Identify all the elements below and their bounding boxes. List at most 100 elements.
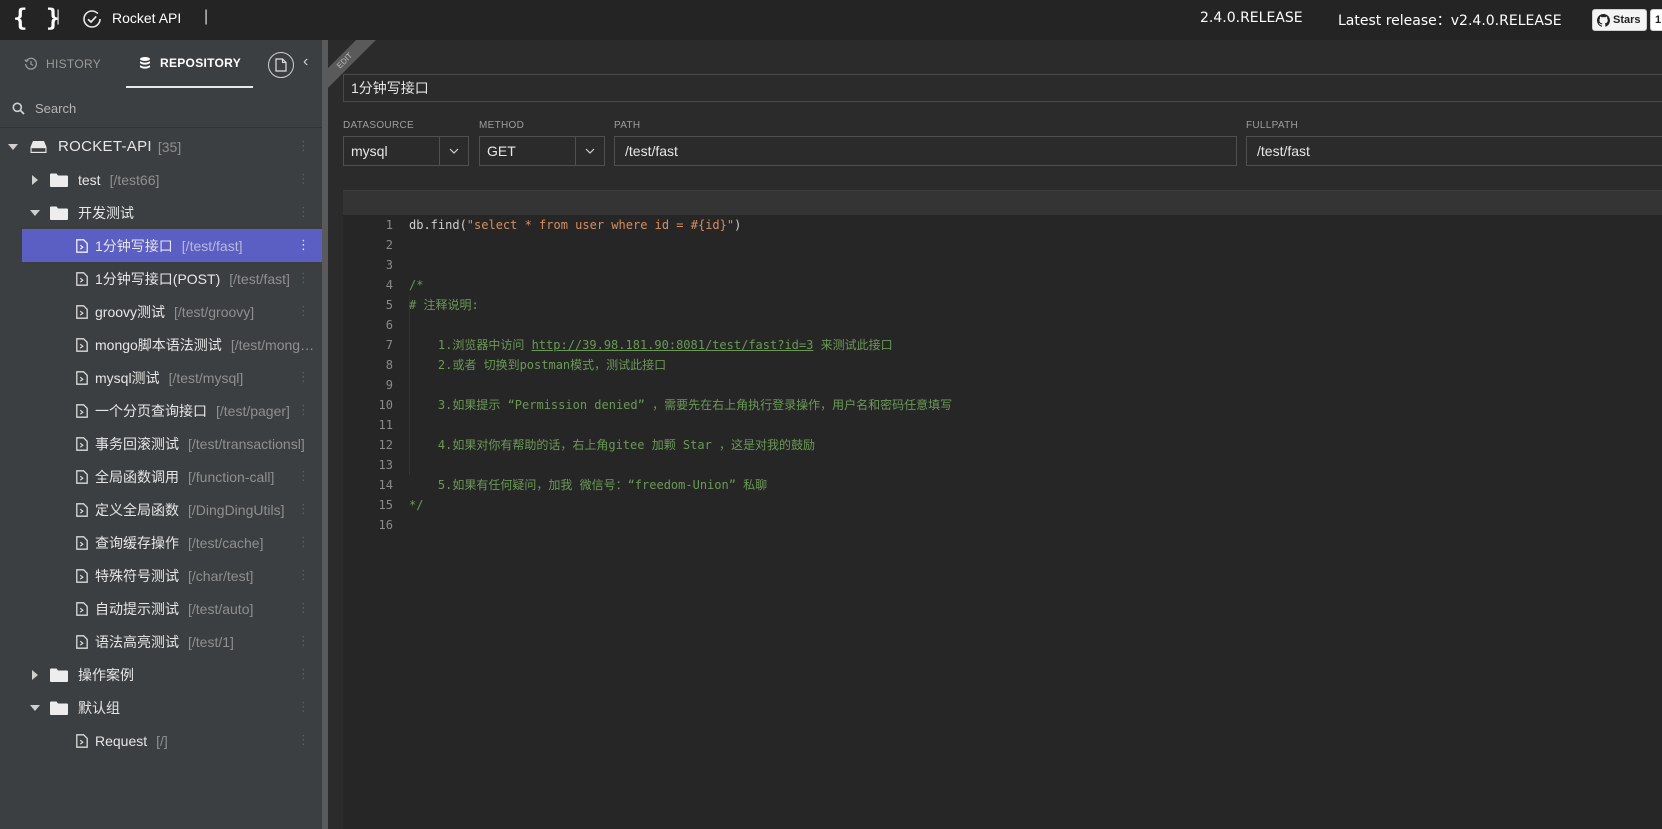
tree-group-default[interactable]: 默认组 ⋮ (0, 691, 322, 724)
stars-count[interactable]: 1 (1650, 9, 1662, 31)
caret-right-icon[interactable] (32, 669, 38, 680)
api-name: mongo脚本语法测试 (95, 336, 222, 353)
api-path: [/char/test] (188, 567, 254, 584)
file-code-icon (76, 469, 88, 484)
api-path: [/test/mysql] (168, 369, 244, 386)
editor-panel: EDIT 1分钟写接口 DATASOURCE mysql METHOD GET … (322, 40, 1662, 829)
more-icon[interactable]: ⋮ (297, 402, 310, 418)
api-name: groovy测试 (95, 303, 166, 320)
code-token: db.find( (409, 218, 467, 232)
search-bar (0, 89, 324, 128)
code-link[interactable]: http://39.98.181.90:8081/test/fast?id=3 (532, 338, 814, 352)
github-stars-button[interactable]: Stars (1592, 9, 1647, 31)
more-icon[interactable]: ⋮ (297, 699, 310, 715)
line-number: 15 (378, 498, 393, 512)
tree-api-item[interactable]: 特殊符号测试 [/char/test] ⋮ (22, 559, 322, 592)
line-number: 7 (385, 338, 393, 352)
app-logo[interactable]: { } (13, 4, 62, 32)
code-line: /* (409, 278, 424, 292)
more-icon[interactable]: ⋮ (297, 237, 310, 253)
more-icon[interactable]: ⋮ (297, 468, 310, 484)
api-name: 特殊符号测试 (95, 567, 179, 584)
more-icon[interactable]: ⋮ (297, 633, 310, 649)
more-icon[interactable]: ⋮ (297, 600, 310, 616)
caret-down-icon[interactable] (30, 209, 40, 216)
tree-api-item[interactable]: 语法高亮测试 [/test/1] ⋮ (22, 625, 322, 658)
tab-repository-label: REPOSITORY (159, 56, 242, 70)
collapse-sidebar-chevron-icon[interactable]: ‹ (303, 53, 308, 71)
tree-api-item[interactable]: mongo脚本语法测试 [/test/mong… (22, 328, 322, 361)
caret-down-icon[interactable] (30, 704, 40, 711)
more-icon[interactable]: ⋮ (297, 270, 310, 286)
more-icon[interactable]: ⋮ (297, 138, 310, 154)
file-code-icon (76, 733, 88, 748)
datasource-select[interactable]: mysql (343, 136, 469, 166)
tree-api-item[interactable]: 1分钟写接口(POST) [/test/fast] ⋮ (22, 262, 322, 295)
search-input[interactable] (33, 99, 297, 117)
more-icon[interactable]: ⋮ (297, 534, 310, 550)
file-code-icon (76, 271, 88, 286)
api-path: [/test/groovy] (174, 303, 255, 320)
group-name: 操作案例 (78, 666, 134, 683)
api-name: mysql测试 (95, 369, 160, 386)
caret-down-icon[interactable] (8, 143, 18, 150)
sidebar: HISTORY REPOSITORY ‹ Search ROCKET-API [… (0, 40, 324, 829)
tree-api-item[interactable]: 定义全局函数 [/DingDingUtils] ⋮ (22, 493, 322, 526)
file-code-icon (76, 304, 88, 319)
tree-api-item[interactable]: 事务回滚测试 [/test/transactionsl] (22, 427, 322, 460)
line-number: 9 (385, 378, 393, 392)
file-code-icon (76, 436, 88, 451)
tree-api-item[interactable]: 全局函数调用 [/function-call] ⋮ (22, 460, 322, 493)
api-path: [/test/fast] (181, 237, 243, 254)
caret-right-icon[interactable] (32, 174, 38, 185)
more-icon[interactable]: ⋮ (297, 666, 310, 682)
more-icon[interactable]: ⋮ (297, 732, 310, 748)
tree-group-cases[interactable]: 操作案例 ⋮ (0, 658, 322, 691)
api-title-input[interactable]: 1分钟写接口 (343, 74, 1662, 102)
code-line: 1.浏览器中访问 http://39.98.181.90:8081/test/f… (409, 335, 952, 355)
api-name: 查询缓存操作 (95, 534, 179, 551)
file-code-icon (76, 238, 88, 253)
tree-api-item[interactable]: Request [/] ⋮ (22, 724, 322, 757)
tree-api-item[interactable]: 查询缓存操作 [/test/cache] ⋮ (22, 526, 322, 559)
more-icon[interactable]: ⋮ (297, 303, 310, 319)
tree-api-item[interactable]: 自动提示测试 [/test/auto] ⋮ (22, 592, 322, 625)
tree-api-item[interactable]: 1分钟写接口 [/test/fast] ⋮ (22, 229, 322, 262)
tree-group-dev-test[interactable]: 开发测试 ⋮ (0, 196, 322, 229)
tree-group-test[interactable]: test [/test66] ⋮ (0, 163, 322, 196)
tab-history[interactable]: HISTORY (24, 40, 101, 88)
method-select[interactable]: GET (479, 136, 605, 166)
api-path: [/test/transactionsl] (188, 435, 305, 452)
more-icon[interactable]: ⋮ (297, 567, 310, 583)
latest-release-label[interactable]: Latest release：v2.4.0.RELEASE (1338, 10, 1562, 30)
search-icon (12, 102, 25, 115)
tab-repository[interactable]: REPOSITORY (126, 40, 253, 88)
top-bar: { } | Rocket API | 2.4.0.RELEASE Latest … (0, 0, 1662, 41)
tree-api-item[interactable]: 一个分页查询接口 [/test/pager] ⋮ (22, 394, 322, 427)
tree-api-item[interactable]: groovy测试 [/test/groovy] ⋮ (22, 295, 322, 328)
file-code-icon (76, 634, 88, 649)
more-icon[interactable]: ⋮ (297, 501, 310, 517)
tree-root-rocket-api[interactable]: ROCKET-API [35] ⋮ (0, 130, 322, 163)
separator: | (56, 8, 61, 25)
line-number: 4 (385, 278, 393, 292)
root-label: ROCKET-API (58, 138, 152, 155)
method-label: METHOD (479, 120, 525, 131)
group-name: 开发测试 (78, 204, 134, 221)
more-icon[interactable]: ⋮ (297, 171, 310, 187)
path-input[interactable]: /test/fast (614, 136, 1237, 166)
more-icon[interactable]: ⋮ (297, 369, 310, 385)
brand-name[interactable]: Rocket API (112, 10, 181, 26)
folder-icon (50, 701, 68, 715)
api-name: 自动提示测试 (95, 600, 179, 617)
fullpath-input[interactable]: /test/fast (1246, 136, 1662, 166)
code-editor[interactable]: 1 2 3 4 5 6 7 8 9 10 11 12 13 14 15 16 d… (343, 215, 1662, 829)
root-count: [35] (157, 138, 182, 155)
new-file-button[interactable] (268, 52, 294, 78)
more-icon[interactable]: ⋮ (297, 204, 310, 220)
code-comment: 来测试此接口 (813, 338, 893, 352)
tree-api-item[interactable]: mysql测试 [/test/mysql] ⋮ (22, 361, 322, 394)
